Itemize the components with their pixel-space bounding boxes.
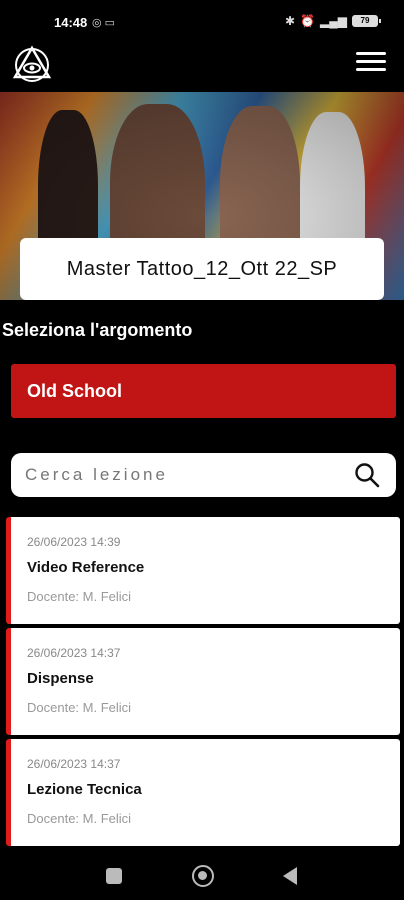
lesson-title: Video Reference xyxy=(27,559,145,576)
course-title-card: Master Tattoo_12_Ott 22_SP xyxy=(20,238,384,300)
search-input[interactable] xyxy=(25,461,345,489)
lesson-date: 26/06/2023 14:39 xyxy=(27,535,121,549)
signal-icon: ▂▄▆ xyxy=(320,14,347,28)
course-title: Master Tattoo_12_Ott 22_SP xyxy=(66,257,338,280)
status-bar: 14:48 ◎ ▭ ✱ ⏰ ▂▄▆ 79 xyxy=(0,0,404,42)
eye-triangle-logo-icon[interactable] xyxy=(12,44,52,84)
lesson-item[interactable]: 26/06/2023 14:39 Video Reference Docente… xyxy=(6,517,400,624)
lesson-teacher: Docente: M. Felici xyxy=(27,811,132,826)
lesson-title: Lezione Tecnica xyxy=(27,781,142,798)
lesson-item[interactable]: 26/06/2023 14:37 Lezione Tecnica Docente… xyxy=(6,739,400,846)
lesson-date: 26/06/2023 14:37 xyxy=(27,646,121,660)
bluetooth-icon: ✱ xyxy=(285,14,296,28)
lesson-teacher: Docente: M. Felici xyxy=(27,700,132,715)
battery-icon: 79 xyxy=(352,15,381,27)
status-time: 14:48 xyxy=(54,15,88,30)
recent-apps-icon[interactable] xyxy=(106,868,122,884)
app-header xyxy=(0,42,404,92)
status-right-icons: ✱ ⏰ ▂▄▆ 79 xyxy=(285,14,381,28)
search-box xyxy=(11,453,396,497)
lesson-list: 26/06/2023 14:39 Video Reference Docente… xyxy=(6,517,400,850)
alarm-icon: ⏰ xyxy=(300,14,316,28)
notification-icons: ◎ ▭ xyxy=(92,17,116,29)
topic-selector-button[interactable]: Old School xyxy=(11,364,396,418)
lesson-item[interactable]: 26/06/2023 14:37 Dispense Docente: M. Fe… xyxy=(6,628,400,735)
search-icon[interactable] xyxy=(354,462,380,488)
system-nav-bar xyxy=(0,846,404,900)
home-icon[interactable] xyxy=(192,865,214,887)
back-icon[interactable] xyxy=(283,867,297,885)
section-title: Seleziona l'argomento xyxy=(2,320,193,340)
hamburger-menu-icon[interactable] xyxy=(356,52,386,76)
lesson-teacher: Docente: M. Felici xyxy=(27,589,132,604)
lesson-date: 26/06/2023 14:37 xyxy=(27,757,121,771)
lesson-title: Dispense xyxy=(27,670,94,687)
